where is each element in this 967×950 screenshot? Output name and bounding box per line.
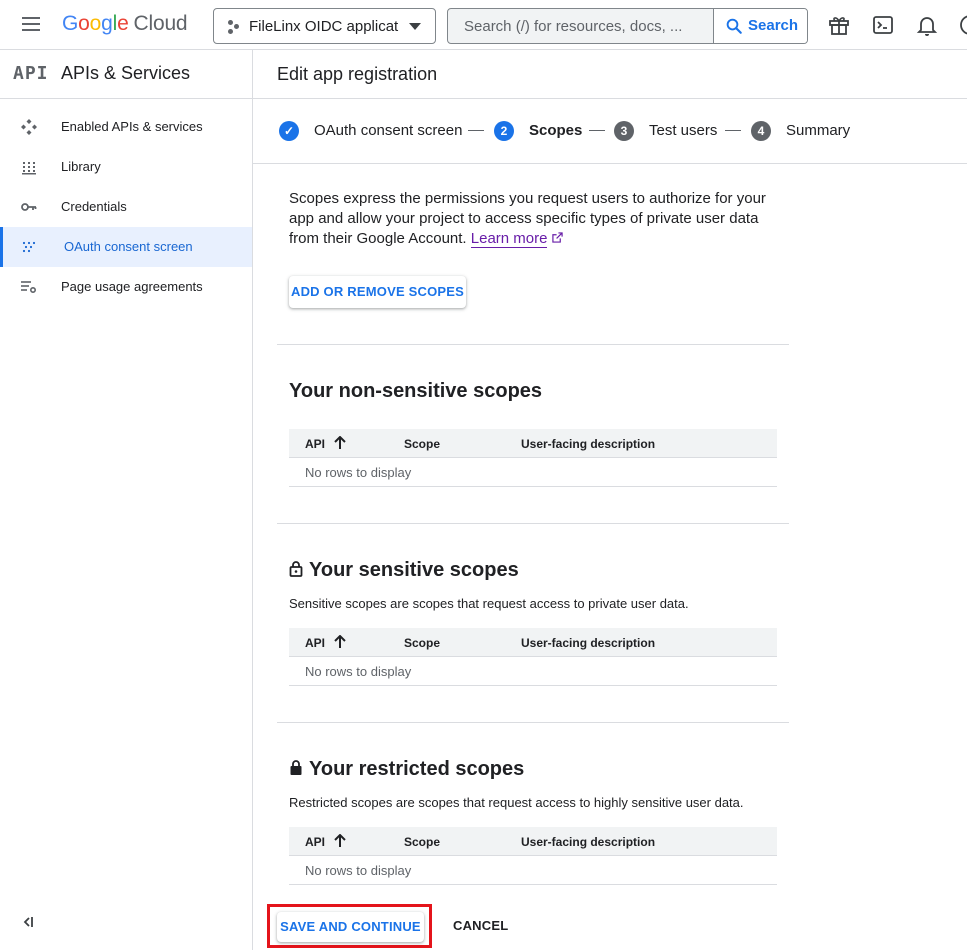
main-menu-icon[interactable] <box>22 17 40 31</box>
empty-text: No rows to display <box>305 863 412 878</box>
step-connector <box>589 130 605 131</box>
column-scope: Scope <box>404 835 441 849</box>
library-icon <box>20 158 38 176</box>
column-scope: Scope <box>404 636 441 650</box>
dashboard-icon <box>20 118 38 136</box>
search-input[interactable]: Search (/) for resources, docs, ... <box>464 18 694 35</box>
table-empty-row: No rows to display <box>289 856 777 885</box>
chevron-down-icon <box>409 23 421 30</box>
main-content: Edit app registration ✓ OAuth consent sc… <box>253 50 967 950</box>
empty-text: No rows to display <box>305 465 412 480</box>
lock-outline-icon <box>289 561 303 577</box>
form-actions: SAVE AND CONTINUE CANCEL <box>253 900 967 950</box>
add-or-remove-scopes-button[interactable]: ADD OR REMOVE SCOPES <box>289 276 466 308</box>
table-header: API Scope User-facing description <box>289 429 777 458</box>
column-scope: Scope <box>404 437 441 451</box>
scopes-intro: Scopes express the permissions you reque… <box>289 189 779 249</box>
sidebar-item-credentials[interactable]: Credentials <box>0 187 252 227</box>
divider <box>277 523 789 524</box>
table-empty-row: No rows to display <box>289 458 777 487</box>
page-title: Edit app registration <box>277 64 438 84</box>
column-api[interactable]: API <box>305 835 325 849</box>
search-button[interactable]: Search <box>713 9 807 43</box>
sort-arrow-up-icon[interactable] <box>334 436 346 450</box>
learn-more-link[interactable]: Learn more <box>470 230 548 248</box>
sort-arrow-up-icon[interactable] <box>334 635 346 649</box>
restricted-scopes-description: Restricted scopes are scopes that reques… <box>289 795 744 810</box>
step-number: 3 <box>614 121 634 141</box>
sensitive-scopes-title: Your sensitive scopes <box>289 559 519 582</box>
search-button-label: Search <box>748 17 799 34</box>
search-bar[interactable]: Search (/) for resources, docs, ... Sear… <box>447 8 808 44</box>
column-description: User-facing description <box>521 636 656 650</box>
search-icon <box>726 18 742 34</box>
gift-icon[interactable] <box>827 13 851 37</box>
restricted-scopes-title: Your restricted scopes <box>289 758 524 781</box>
table-header: API Scope User-facing description <box>289 827 777 856</box>
restricted-scopes-table: API Scope User-facing description No row… <box>289 827 777 885</box>
notifications-bell-icon[interactable] <box>915 13 939 37</box>
sort-arrow-up-icon[interactable] <box>334 834 346 848</box>
settings-list-icon <box>20 278 38 296</box>
sidebar-header: API APIs & Services <box>0 50 252 99</box>
cancel-button[interactable]: CANCEL <box>453 918 508 933</box>
table-empty-row: No rows to display <box>289 657 777 686</box>
divider <box>277 344 789 345</box>
column-description: User-facing description <box>521 437 656 451</box>
sidebar-item-label: Enabled APIs & services <box>61 119 203 134</box>
sidebar: API APIs & Services Enabled APIs & servi… <box>0 50 253 950</box>
consent-grid-icon <box>20 238 38 256</box>
sidebar-item-library[interactable]: Library <box>0 147 252 187</box>
step-label: Summary <box>786 122 851 139</box>
check-icon: ✓ <box>279 121 299 141</box>
cloud-shell-icon[interactable] <box>871 13 895 37</box>
project-name: FileLinx OIDC applicatie <box>249 18 399 35</box>
key-icon <box>20 198 38 216</box>
non-sensitive-scopes-title: Your non-sensitive scopes <box>289 380 542 403</box>
divider <box>277 722 789 723</box>
sidebar-title: APIs & Services <box>61 63 191 83</box>
sidebar-item-oauth-consent-screen[interactable]: OAuth consent screen <box>0 227 252 267</box>
project-picker[interactable]: FileLinx OIDC applicatie <box>213 8 436 44</box>
step-label: Test users <box>649 122 718 139</box>
sidebar-item-label: OAuth consent screen <box>64 239 193 254</box>
open-in-new-icon <box>551 232 563 243</box>
section-title-text: Your restricted scopes <box>309 758 525 780</box>
non-sensitive-scopes-table: API Scope User-facing description No row… <box>289 429 777 487</box>
table-header: API Scope User-facing description <box>289 628 777 657</box>
sidebar-item-label: Credentials <box>61 199 127 214</box>
save-and-continue-button[interactable]: SAVE AND CONTINUE <box>277 912 424 942</box>
learn-more-label: Learn more <box>470 230 548 247</box>
column-api[interactable]: API <box>305 437 325 451</box>
api-badge: API <box>13 63 49 84</box>
step-number: 2 <box>494 121 514 141</box>
top-app-bar: Google Cloud FileLinx OIDC applicatie Sea… <box>0 0 967 50</box>
section-title-text: Your non-sensitive scopes <box>289 380 543 402</box>
column-api[interactable]: API <box>305 636 325 650</box>
step-connector <box>725 130 741 131</box>
project-icon <box>228 20 240 34</box>
page-header: Edit app registration <box>253 50 967 99</box>
step-label: Scopes <box>529 122 583 139</box>
help-icon[interactable] <box>958 13 967 37</box>
empty-text: No rows to display <box>305 664 412 679</box>
save-button-highlight: SAVE AND CONTINUE <box>267 904 432 948</box>
collapse-sidebar-icon[interactable] <box>21 915 35 929</box>
step-label: OAuth consent screen <box>314 122 463 139</box>
sidebar-item-enabled-apis[interactable]: Enabled APIs & services <box>0 107 252 147</box>
sidebar-item-label: Library <box>61 159 101 174</box>
step-number: 4 <box>751 121 771 141</box>
sidebar-item-label: Page usage agreements <box>61 279 203 294</box>
sidebar-item-page-usage-agreements[interactable]: Page usage agreements <box>0 267 252 307</box>
google-cloud-logo[interactable]: Google Cloud <box>62 12 188 36</box>
lock-icon <box>290 760 302 775</box>
sensitive-scopes-table: API Scope User-facing description No row… <box>289 628 777 686</box>
step-connector <box>468 130 484 131</box>
section-title-text: Your sensitive scopes <box>309 559 519 581</box>
sensitive-scopes-description: Sensitive scopes are scopes that request… <box>289 596 689 611</box>
stepper: ✓ OAuth consent screen 2 Scopes 3 Test u… <box>253 99 967 164</box>
column-description: User-facing description <box>521 835 656 849</box>
